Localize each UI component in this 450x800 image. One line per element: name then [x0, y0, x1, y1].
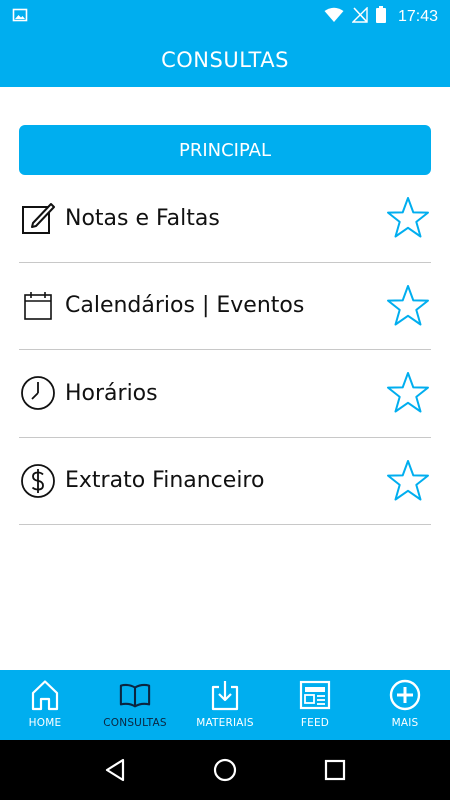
- menu-item-notas-e-faltas[interactable]: Notas e Faltas: [19, 175, 431, 263]
- back-icon[interactable]: [95, 750, 135, 790]
- home-icon: [29, 679, 61, 711]
- nav-item-materiais[interactable]: MATERIAIS: [180, 670, 270, 740]
- menu-item-label: Notas e Faltas: [65, 205, 220, 231]
- system-nav-bar: [0, 740, 450, 800]
- menu-item-label: Extrato Financeiro: [65, 468, 265, 494]
- nav-label: CONSULTAS: [103, 717, 167, 729]
- menu-item-calendarios-eventos[interactable]: Calendários | Eventos: [19, 263, 431, 350]
- nav-label: MATERIAIS: [196, 717, 254, 729]
- image-icon: [12, 7, 28, 27]
- plus-circle-icon: [389, 679, 421, 711]
- status-time: 17:43: [397, 7, 438, 25]
- edit-note-icon: [20, 200, 56, 236]
- calendar-icon: [20, 288, 56, 324]
- download-icon: [209, 679, 241, 711]
- clock-icon: [20, 375, 56, 411]
- nav-label: FEED: [300, 717, 330, 729]
- app-header: CONSULTAS: [0, 33, 450, 87]
- nav-item-mais[interactable]: MAIS: [360, 670, 450, 740]
- menu-list: Notas e Faltas Calendários | Eventos Hor…: [19, 175, 431, 525]
- book-icon: [119, 679, 151, 711]
- menu-item-label: Calendários | Eventos: [65, 293, 305, 319]
- page-title: CONSULTAS: [161, 48, 289, 72]
- home-circle-icon[interactable]: [205, 750, 245, 790]
- principal-button-label: PRINCIPAL: [178, 139, 272, 161]
- favorite-star-icon[interactable]: [385, 370, 431, 416]
- dollar-icon: [20, 463, 56, 499]
- menu-item-label: Horários: [65, 380, 158, 406]
- wifi-icon: [324, 7, 344, 27]
- battery-icon: [375, 6, 386, 27]
- nav-item-consultas[interactable]: CONSULTAS: [90, 670, 180, 740]
- status-bar: 17:43: [0, 0, 450, 33]
- favorite-star-icon[interactable]: [385, 458, 431, 504]
- nav-item-home[interactable]: HOME: [0, 670, 90, 740]
- nav-label: MAIS: [391, 717, 419, 729]
- news-icon: [299, 679, 331, 711]
- nav-label: HOME: [28, 717, 62, 729]
- favorite-star-icon[interactable]: [385, 195, 431, 241]
- menu-item-extrato-financeiro[interactable]: Extrato Financeiro: [19, 438, 431, 525]
- favorite-star-icon[interactable]: [385, 283, 431, 329]
- principal-button[interactable]: PRINCIPAL: [19, 125, 431, 175]
- menu-item-horarios[interactable]: Horários: [19, 350, 431, 438]
- main-content: PRINCIPAL Notas e Faltas Calendários | E…: [0, 87, 450, 670]
- no-signal-icon: [351, 5, 368, 27]
- bottom-nav: HOME CONSULTAS MATERIAIS FEED MAIS: [0, 670, 450, 740]
- nav-item-feed[interactable]: FEED: [270, 670, 360, 740]
- recents-icon[interactable]: [315, 750, 355, 790]
